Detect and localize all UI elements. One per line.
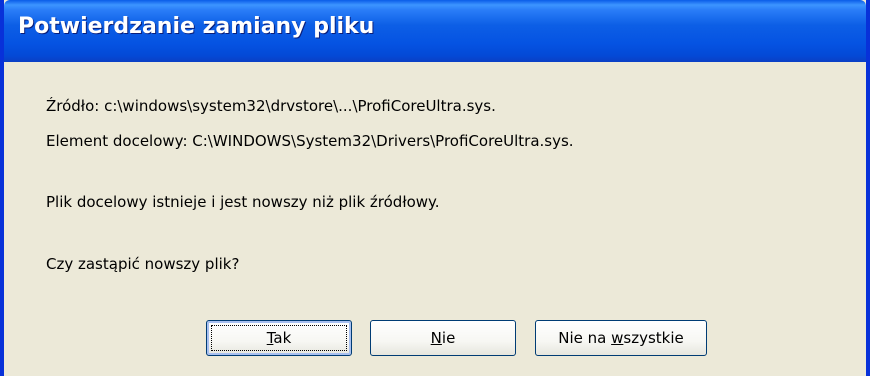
yes-button[interactable]: Tak — [206, 320, 352, 356]
source-path-text: Źródło: c:\windows\system32\drvstore\...… — [46, 97, 496, 115]
target-path-text: Element docelowy: C:\WINDOWS\System32\Dr… — [46, 132, 574, 150]
no-to-all-button-label: Nie na wszystkie — [558, 329, 684, 347]
info-text: Plik docelowy istnieje i jest nowszy niż… — [46, 193, 440, 211]
no-button-label: Nie — [430, 329, 456, 347]
no-to-all-button[interactable]: Nie na wszystkie — [535, 320, 707, 356]
dialog-window: Potwierdzanie zamiany pliku Źródło: c:\w… — [0, 0, 870, 376]
question-text: Czy zastąpić nowszy plik? — [46, 255, 240, 273]
yes-button-label: Tak — [266, 329, 292, 347]
no-button[interactable]: Nie — [370, 320, 516, 356]
dialog-content: Źródło: c:\windows\system32\drvstore\...… — [4, 62, 866, 376]
title-bar[interactable]: Potwierdzanie zamiany pliku — [4, 0, 866, 62]
window-title: Potwierdzanie zamiany pliku — [18, 14, 375, 39]
